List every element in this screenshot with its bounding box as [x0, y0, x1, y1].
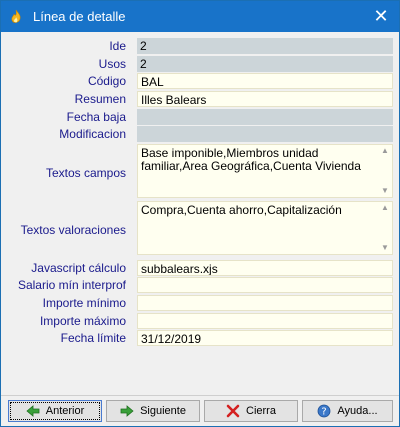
javascript-calculo-label: Javascript cálculo [31, 261, 126, 275]
fecha-limite-field[interactable]: 31/12/2019 [137, 330, 393, 346]
javascript-calculo-field[interactable]: subbalears.xjs [137, 260, 393, 276]
row-fecha-baja: Fecha baja [1, 109, 399, 125]
close-button[interactable]: ✕ [371, 6, 391, 26]
scroll-down-icon[interactable]: ▼ [381, 244, 389, 252]
cierra-label: Cierra [246, 405, 276, 417]
textos-valoraciones-scrollbar[interactable]: ▲ ▼ [378, 202, 392, 254]
red-x-icon [226, 404, 240, 418]
textos-campos-text: Base imponible,Miembros unidad familiar,… [141, 146, 361, 173]
arrow-right-icon [120, 405, 134, 417]
title-bar[interactable]: Línea de detalle ✕ [1, 1, 399, 32]
importe-minimo-field[interactable] [137, 295, 393, 311]
row-importe-maximo: Importe máximo [1, 313, 399, 329]
row-codigo: Código BAL [1, 73, 399, 89]
flame-icon [11, 9, 21, 23]
row-ide: Ide 2 [1, 38, 399, 54]
importe-minimo-label: Importe mínimo [42, 296, 126, 310]
textos-valoraciones-textarea[interactable]: Compra,Cuenta ahorro,Capitalización ▲ ▼ [137, 201, 393, 255]
window-title: Línea de detalle [33, 9, 126, 24]
ayuda-label: Ayuda... [337, 405, 378, 417]
scroll-up-icon[interactable]: ▲ [381, 204, 389, 212]
row-javascript-calculo: Javascript cálculo subbalears.xjs [1, 260, 399, 276]
cierra-button[interactable]: Cierra [204, 400, 298, 422]
scroll-up-icon[interactable]: ▲ [381, 147, 389, 155]
scroll-down-icon[interactable]: ▼ [381, 187, 389, 195]
salario-min-label: Salario mín interprof [17, 278, 126, 292]
row-modificacion: Modificacion [1, 126, 399, 142]
svg-text:?: ? [322, 407, 327, 418]
dialog-window: Línea de detalle ✕ Ide 2 Usos 2 Código B… [0, 0, 400, 427]
anterior-button[interactable]: Anterior [8, 400, 102, 422]
modificacion-label: Modificacion [59, 127, 126, 141]
fecha-baja-field [137, 109, 393, 125]
usos-label: Usos [98, 57, 126, 71]
arrow-left-icon [26, 405, 40, 417]
textos-valoraciones-text: Compra,Cuenta ahorro,Capitalización [141, 203, 342, 217]
importe-maximo-label: Importe máximo [39, 314, 126, 328]
anterior-label: Anterior [45, 405, 85, 417]
ide-field: 2 [137, 38, 393, 54]
textos-valoraciones-label: Textos valoraciones [20, 223, 126, 237]
codigo-label: Código [87, 74, 126, 88]
row-importe-minimo: Importe mínimo [1, 295, 399, 311]
button-separator [1, 395, 399, 396]
siguiente-button[interactable]: Siguiente [106, 400, 200, 422]
usos-field: 2 [137, 56, 393, 72]
importe-maximo-field[interactable] [137, 313, 393, 329]
textos-campos-textarea[interactable]: Base imponible,Miembros unidad familiar,… [137, 144, 393, 198]
salario-min-field[interactable] [137, 277, 393, 293]
ide-label: Ide [109, 39, 126, 53]
help-icon: ? [318, 404, 331, 418]
modificacion-field [137, 126, 393, 142]
row-salario-min: Salario mín interprof [1, 277, 399, 293]
fecha-baja-label: Fecha baja [66, 110, 126, 124]
siguiente-label: Siguiente [140, 405, 186, 417]
textos-campos-scrollbar[interactable]: ▲ ▼ [378, 145, 392, 197]
ayuda-button[interactable]: ? Ayuda... [302, 400, 393, 422]
row-usos: Usos 2 [1, 56, 399, 72]
resumen-label: Resumen [74, 92, 126, 106]
resumen-field[interactable]: Illes Balears [137, 91, 393, 107]
row-fecha-limite: Fecha límite 31/12/2019 [1, 330, 399, 346]
row-resumen: Resumen Illes Balears [1, 91, 399, 107]
textos-campos-label: Textos campos [45, 166, 126, 180]
fecha-limite-label: Fecha límite [60, 331, 126, 345]
codigo-field[interactable]: BAL [137, 73, 393, 89]
